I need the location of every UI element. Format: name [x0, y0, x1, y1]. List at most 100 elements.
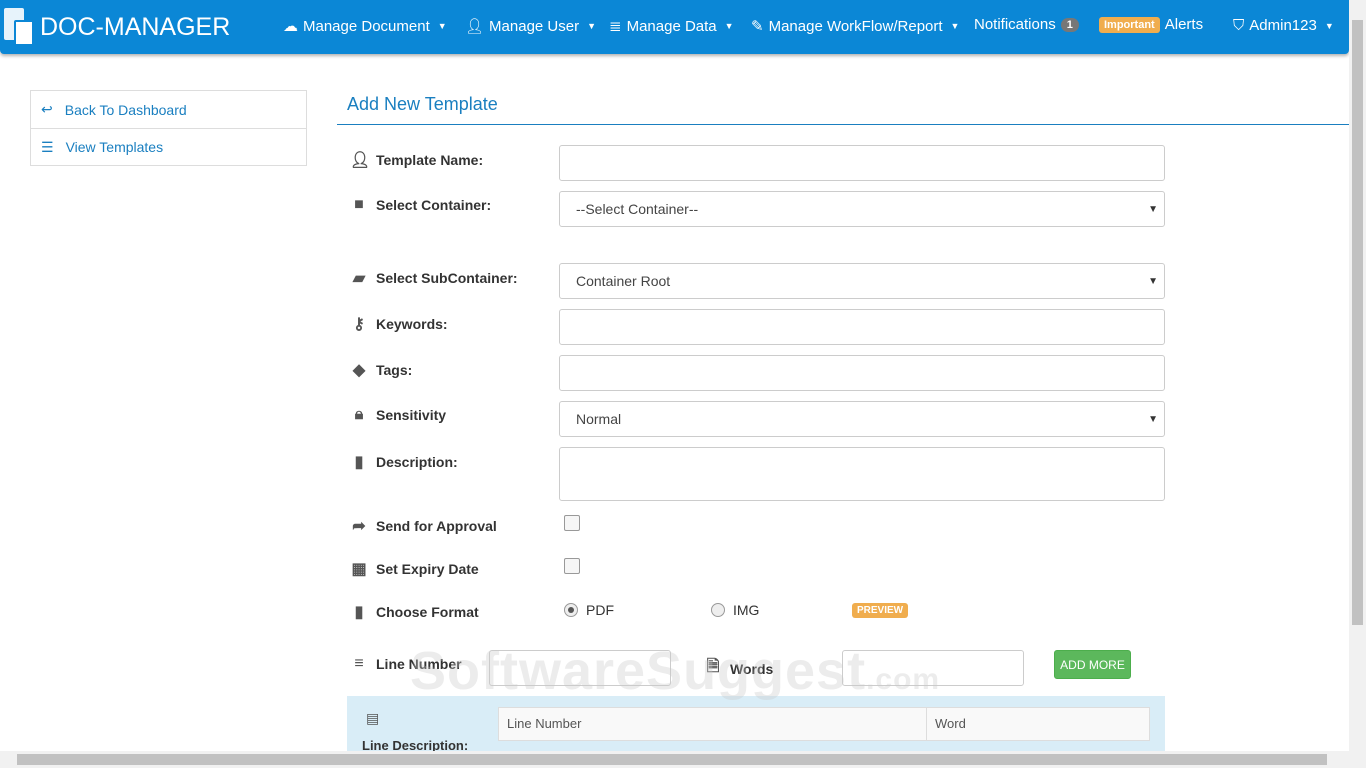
top-navbar: DOC-MANAGER ☁ Manage Document ▼ 👤︎ Manage U… — [0, 0, 1349, 54]
send-approval-label: ➦ Send for Approval — [350, 516, 497, 536]
label-text: Choose Format — [376, 604, 479, 620]
sidebar-item-view-templates[interactable]: ☰ View Templates — [31, 128, 306, 165]
user-icon: 👤︎ — [350, 152, 371, 169]
words-label: 🗎︎ Words — [704, 655, 774, 682]
description-textarea[interactable] — [559, 447, 1165, 501]
select-container-dropdown[interactable]: --Select Container-- ▼ — [559, 191, 1165, 227]
key-icon: ⚷ — [353, 316, 365, 333]
set-expiry-label: ▦ Set Expiry Date — [350, 559, 479, 579]
dropdown-arrow-icon: ▼ — [1148, 203, 1158, 215]
page-title: Add New Template — [347, 94, 498, 114]
menu-alerts[interactable]: Important Alerts — [1099, 16, 1203, 33]
set-expiry-checkbox[interactable] — [564, 558, 580, 574]
important-badge: Important — [1099, 16, 1160, 33]
tags-input[interactable] — [559, 355, 1165, 391]
format-pdf-radio[interactable]: PDF — [564, 602, 614, 618]
word-file-icon: 🗎︎ — [706, 658, 720, 675]
menu-label: Manage Document — [303, 17, 430, 35]
menu-manage-data[interactable]: ≣ Manage Data ▼ — [609, 17, 734, 36]
label-text: Select Container: — [376, 197, 492, 213]
menu-manage-document[interactable]: ☁ Manage Document ▼ — [283, 17, 447, 36]
add-more-button[interactable]: ADD MORE — [1054, 650, 1131, 679]
scroll-thumb[interactable] — [1352, 20, 1363, 625]
vertical-scrollbar[interactable] — [1349, 0, 1366, 751]
dropdown-arrow-icon: ▼ — [1148, 275, 1158, 287]
sensitivity-label: 🔒︎ Sensitivity — [350, 406, 446, 424]
radio-label: PDF — [586, 602, 614, 618]
lock-icon: 🔒︎ — [354, 406, 364, 423]
divider — [337, 124, 1349, 125]
shield-icon: ⛉ — [1233, 17, 1245, 34]
sidebar-item-label: Back To Dashboard — [64, 101, 187, 118]
menu-user-account[interactable]: ⛉ Admin123 ▼ — [1233, 17, 1334, 34]
list-alt-icon: ▤ — [366, 710, 380, 726]
line-number-label: ≡ Line Number — [350, 655, 462, 673]
format-img-radio[interactable]: IMG — [711, 602, 759, 618]
send-approval-checkbox[interactable] — [564, 515, 580, 531]
template-name-input[interactable] — [559, 145, 1165, 181]
line-description-panel: ▤ Line Description: Line Number Word — [347, 696, 1165, 756]
description-label: ▮ Description: — [350, 452, 458, 472]
brand[interactable]: DOC-MANAGER — [4, 8, 230, 46]
lines-icon: ≡ — [354, 655, 364, 672]
menu-label: Manage User — [489, 17, 580, 35]
share-arrow-icon: ➦ — [352, 518, 366, 535]
label-text: Keywords: — [376, 316, 448, 332]
dropdown-arrow-icon: ▼ — [1148, 413, 1158, 425]
menu-label: Alerts — [1164, 16, 1204, 33]
tag-icon: ◆ — [352, 362, 366, 379]
choose-format-label: ▮ Choose Format — [350, 602, 479, 622]
select-subcontainer-dropdown[interactable]: Container Root ▼ — [559, 263, 1165, 299]
menu-manage-user[interactable]: 👤︎ Manage User ▼ — [465, 17, 596, 36]
sidebar: ↩ Back To Dashboard ☰ View Templates — [30, 90, 307, 166]
calendar-icon: ▦ — [351, 561, 367, 578]
folder-open-icon: ▰ — [352, 270, 366, 287]
sidebar-item-back-to-dashboard[interactable]: ↩ Back To Dashboard — [31, 91, 306, 128]
words-input[interactable] — [842, 650, 1024, 686]
label-text: Description: — [376, 454, 458, 470]
reply-icon: ↩ — [41, 101, 53, 117]
notification-count-badge: 1 — [1060, 17, 1079, 32]
folder-icon: ■ — [354, 196, 364, 213]
radio-unselected[interactable] — [711, 603, 725, 617]
label-text: Line Number — [376, 656, 462, 672]
menu-label: Notifications — [974, 16, 1056, 33]
menu-notifications[interactable]: Notifications 1 — [974, 16, 1079, 33]
scroll-thumb[interactable] — [17, 754, 1327, 765]
select-container-label: ■ Select Container: — [350, 196, 491, 214]
label-text: Words — [730, 660, 774, 677]
document-logo-icon — [4, 8, 36, 46]
radio-selected[interactable] — [564, 603, 578, 617]
cloud-icon: ☁ — [283, 18, 298, 35]
label-text: Template Name: — [376, 152, 484, 168]
radio-label: IMG — [733, 602, 760, 618]
sensitivity-dropdown[interactable]: Normal ▼ — [559, 401, 1165, 437]
tags-label: ◆ Tags: — [350, 360, 412, 380]
caret-down-icon: ▼ — [1324, 20, 1334, 31]
caret-down-icon: ▼ — [950, 21, 960, 31]
selected-value: Normal — [576, 411, 622, 427]
label-text: Select SubContainer: — [376, 270, 518, 286]
line-description-table: Line Number Word — [498, 707, 1150, 741]
line-number-input[interactable] — [489, 650, 671, 686]
selected-value: --Select Container-- — [576, 201, 699, 217]
preview-button[interactable]: PREVIEW — [852, 603, 909, 618]
selected-value: Container Root — [576, 273, 671, 289]
label-text: Send for Approval — [376, 518, 497, 534]
brand-name: DOC-MANAGER — [40, 12, 231, 41]
user-icon: 👤︎ — [465, 18, 485, 35]
horizontal-scrollbar[interactable] — [0, 751, 1366, 768]
label-text: Set Expiry Date — [376, 561, 479, 577]
menu-label: Admin123 — [1249, 17, 1317, 34]
edit-icon: ✎ — [751, 18, 764, 35]
menu-manage-workflow[interactable]: ✎ Manage WorkFlow/Report ▼ — [751, 17, 960, 36]
keywords-label: ⚷ Keywords: — [350, 314, 448, 334]
caret-down-icon: ▼ — [724, 21, 734, 31]
label-text: Tags: — [376, 362, 413, 378]
keywords-input[interactable] — [559, 309, 1165, 345]
sidebar-item-label: View Templates — [65, 139, 164, 155]
database-icon: ≣ — [609, 18, 622, 35]
file-icon: ▮ — [354, 604, 364, 621]
select-subcontainer-label: ▰ Select SubContainer: — [350, 268, 518, 288]
menu-label: Manage WorkFlow/Report — [768, 17, 943, 35]
